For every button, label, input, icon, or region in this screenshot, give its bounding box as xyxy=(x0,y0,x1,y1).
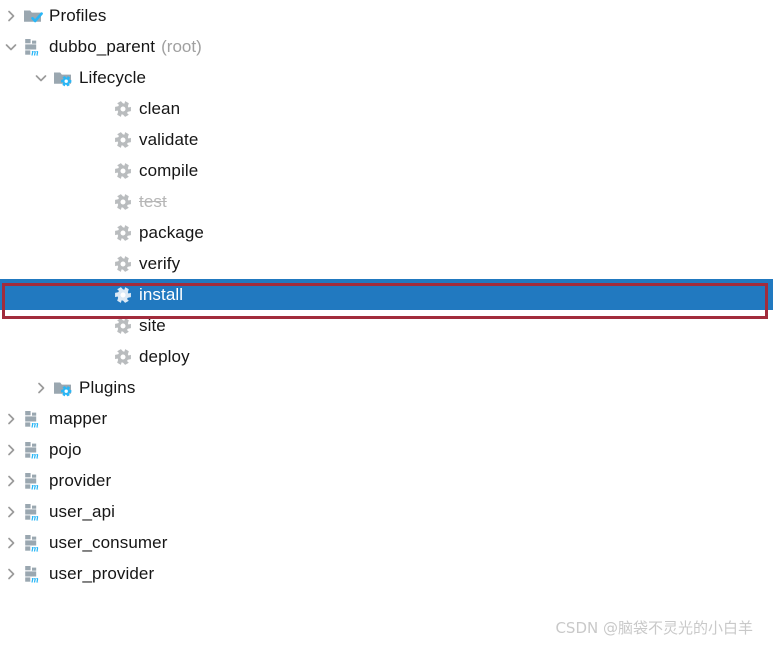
tree-row-label: dubbo_parent xyxy=(49,37,156,56)
tree-row-label: Profiles xyxy=(49,6,107,25)
maven-module-icon: m xyxy=(22,501,44,523)
maven-module-icon: m xyxy=(22,470,44,492)
twisty-placeholder xyxy=(90,217,112,248)
gear-icon xyxy=(112,98,134,120)
chevron-right-icon[interactable] xyxy=(0,527,22,558)
tree-row-profiles[interactable]: Profiles xyxy=(0,0,773,31)
tree-row-label: user_consumer xyxy=(49,533,168,552)
watermark-text: CSDN @脑袋不灵光的小白羊 xyxy=(555,619,753,637)
tree-row-deploy[interactable]: deploy xyxy=(0,341,773,372)
tree-row-user-consumer[interactable]: m user_consumer xyxy=(0,527,773,558)
tree-row-user-api[interactable]: m user_api xyxy=(0,496,773,527)
tree-row-label: install xyxy=(139,285,184,304)
gear-icon xyxy=(112,129,134,151)
tree-row-label: mapper xyxy=(49,409,108,428)
tree-row-provider[interactable]: m provider xyxy=(0,465,773,496)
tree-row-label: Lifecycle xyxy=(79,68,147,87)
twisty-placeholder xyxy=(90,310,112,341)
gear-icon xyxy=(112,315,134,337)
tree-row-label: pojo xyxy=(49,440,82,459)
twisty-placeholder xyxy=(90,124,112,155)
chevron-right-icon[interactable] xyxy=(0,496,22,527)
tree-row-pojo[interactable]: m pojo xyxy=(0,434,773,465)
tree-row-install[interactable]: install xyxy=(0,279,773,310)
tree-row-label: deploy xyxy=(139,347,190,366)
chevron-down-icon[interactable] xyxy=(0,31,22,62)
tree-row-compile[interactable]: compile xyxy=(0,155,773,186)
tree-row-label: clean xyxy=(139,99,181,118)
tree-row-label: site xyxy=(139,316,166,335)
chevron-right-icon[interactable] xyxy=(0,403,22,434)
gear-icon xyxy=(112,346,134,368)
gear-icon xyxy=(112,191,134,213)
tree-row-label: provider xyxy=(49,471,112,490)
twisty-placeholder xyxy=(90,341,112,372)
gear-icon xyxy=(112,284,134,306)
svg-text:m: m xyxy=(31,451,38,460)
twisty-placeholder xyxy=(90,186,112,217)
tree-row-verify[interactable]: verify xyxy=(0,248,773,279)
svg-text:m: m xyxy=(31,575,38,584)
tree-row-package[interactable]: package xyxy=(0,217,773,248)
chevron-right-icon[interactable] xyxy=(30,372,52,403)
gear-icon xyxy=(112,160,134,182)
chevron-right-icon[interactable] xyxy=(0,0,22,31)
twisty-placeholder xyxy=(90,279,112,310)
chevron-down-icon[interactable] xyxy=(30,62,52,93)
svg-text:m: m xyxy=(31,513,38,522)
tree-row-label: verify xyxy=(139,254,181,273)
tree-row-label: package xyxy=(139,223,204,242)
tree-row-lifecycle[interactable]: Lifecycle xyxy=(0,62,773,93)
tree-row-label: user_provider xyxy=(49,564,155,583)
chevron-right-icon[interactable] xyxy=(0,465,22,496)
twisty-placeholder xyxy=(90,155,112,186)
maven-module-icon: m xyxy=(22,36,44,58)
folder-gear-icon xyxy=(52,67,74,89)
gear-icon xyxy=(112,253,134,275)
twisty-placeholder xyxy=(90,93,112,124)
tree-row-test[interactable]: test xyxy=(0,186,773,217)
folder-check-icon xyxy=(22,5,44,27)
tree-row-dubbo-parent[interactable]: m dubbo_parent (root) xyxy=(0,31,773,62)
svg-text:m: m xyxy=(31,48,38,57)
tree-row-label: test xyxy=(139,192,167,211)
tree-row-validate[interactable]: validate xyxy=(0,124,773,155)
tree-row-label: validate xyxy=(139,130,199,149)
maven-module-icon: m xyxy=(22,563,44,585)
maven-module-icon: m xyxy=(22,532,44,554)
chevron-right-icon[interactable] xyxy=(0,558,22,589)
tree-row-clean[interactable]: clean xyxy=(0,93,773,124)
tree-row-plugins[interactable]: Plugins xyxy=(0,372,773,403)
twisty-placeholder xyxy=(90,248,112,279)
tree-row-mapper[interactable]: m mapper xyxy=(0,403,773,434)
tree-row-site[interactable]: site xyxy=(0,310,773,341)
svg-text:m: m xyxy=(31,482,38,491)
maven-module-icon: m xyxy=(22,439,44,461)
tree-row-suffix: (root) xyxy=(161,37,202,56)
chevron-right-icon[interactable] xyxy=(0,434,22,465)
svg-text:m: m xyxy=(31,544,38,553)
maven-module-icon: m xyxy=(22,408,44,430)
gear-icon xyxy=(112,222,134,244)
svg-text:m: m xyxy=(31,420,38,429)
tree-row-label: compile xyxy=(139,161,199,180)
maven-projects-tree[interactable]: Profiles m dubbo_parent (root) Lifecycle clea… xyxy=(0,0,773,589)
folder-gear-icon xyxy=(52,377,74,399)
tree-row-label: Plugins xyxy=(79,378,136,397)
tree-row-label: user_api xyxy=(49,502,116,521)
tree-row-user-provider[interactable]: m user_provider xyxy=(0,558,773,589)
